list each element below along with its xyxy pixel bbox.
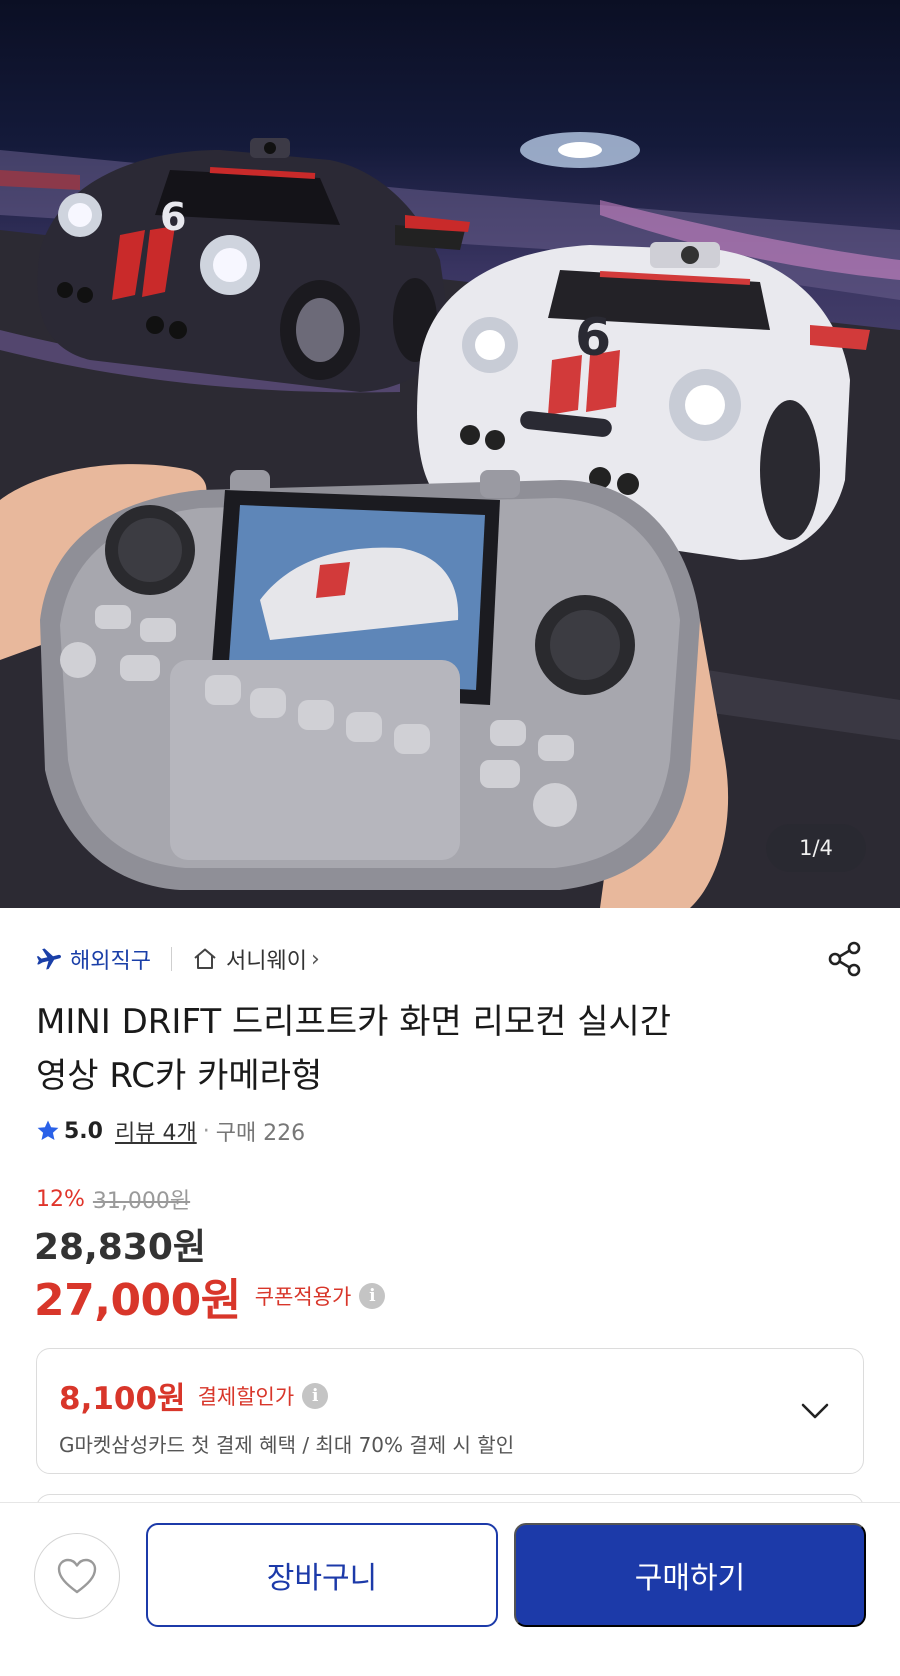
svg-text:6: 6 xyxy=(160,195,186,239)
payment-discount-description: G마켓삼성카드 첫 결제 혜택 / 최대 70% 결제 시 할인 xyxy=(59,1433,515,1457)
info-icon[interactable]: i xyxy=(302,1382,329,1409)
sale-price: 28,830원 xyxy=(34,1227,207,1268)
product-title-line1: MINI DRIFT 드리프트카 화면 리모컨 실시간 xyxy=(36,1002,672,1042)
purchase-count: 구매 226 xyxy=(215,1121,306,1146)
discount-rate: 12% xyxy=(36,1186,85,1212)
chevron-down-icon[interactable] xyxy=(797,1393,833,1429)
coupon-price-row: 27,000원 쿠폰적용가 i xyxy=(34,1264,386,1328)
global-shipping-label: 해외직구 xyxy=(70,949,151,974)
store-chevron-icon: › xyxy=(310,946,320,972)
remote-controller xyxy=(40,470,700,890)
coupon-price-label: 쿠폰적용가 xyxy=(254,1285,352,1309)
share-icon xyxy=(828,941,861,977)
product-title: MINI DRIFT 드리프트카 화면 리모컨 실시간 영상 RC카 카메라형 xyxy=(36,995,856,1103)
rating-row: 5.0 리뷰 4개 · 구매 226 xyxy=(36,1114,305,1148)
store-home-icon xyxy=(194,948,216,969)
discount-row: 12% 31,000원 xyxy=(36,1183,190,1215)
payment-discount-label: 결제할인가 xyxy=(197,1384,295,1409)
add-to-cart-button[interactable]: 장바구니 xyxy=(146,1523,498,1627)
heart-icon xyxy=(57,1558,97,1594)
rating-separator: · xyxy=(202,1118,210,1144)
buy-now-button[interactable]: 구매하기 xyxy=(514,1523,866,1627)
product-photo-illustration: 6 6 xyxy=(0,132,900,908)
global-shipping-tag[interactable]: 해외직구 xyxy=(36,943,151,975)
store-link[interactable]: 서니웨이 › xyxy=(192,943,320,975)
original-price: 31,000원 xyxy=(92,1189,191,1214)
payment-discount-price: 8,100원 xyxy=(59,1381,186,1417)
product-image[interactable]: 6 6 1/4 xyxy=(0,0,900,908)
svg-text:6: 6 xyxy=(575,308,611,368)
meta-divider xyxy=(170,947,172,971)
review-count-link[interactable]: 리뷰 4개 xyxy=(115,1115,197,1147)
seller-meta-row: 해외직구 서니웨이 › xyxy=(36,936,866,982)
wishlist-button[interactable] xyxy=(34,1533,120,1619)
store-name: 서니웨이 xyxy=(225,949,307,974)
star-icon xyxy=(37,1120,59,1140)
rating-score: 5.0 xyxy=(64,1118,103,1144)
payment-discount-box[interactable]: 8,100원 결제할인가 i G마켓삼성카드 첫 결제 혜택 / 최대 70% … xyxy=(36,1348,864,1474)
image-counter: 1/4 xyxy=(766,824,866,872)
payment-discount-line: 8,100원 결제할인가 i xyxy=(59,1373,329,1418)
airplane-icon xyxy=(36,948,61,970)
product-title-line2: 영상 RC카 카메라형 xyxy=(36,1056,323,1096)
share-button[interactable] xyxy=(824,938,866,980)
info-icon[interactable]: i xyxy=(359,1283,386,1309)
bottom-action-bar: 장바구니 구매하기 xyxy=(0,1502,900,1676)
coupon-price: 27,000원 xyxy=(34,1275,241,1326)
